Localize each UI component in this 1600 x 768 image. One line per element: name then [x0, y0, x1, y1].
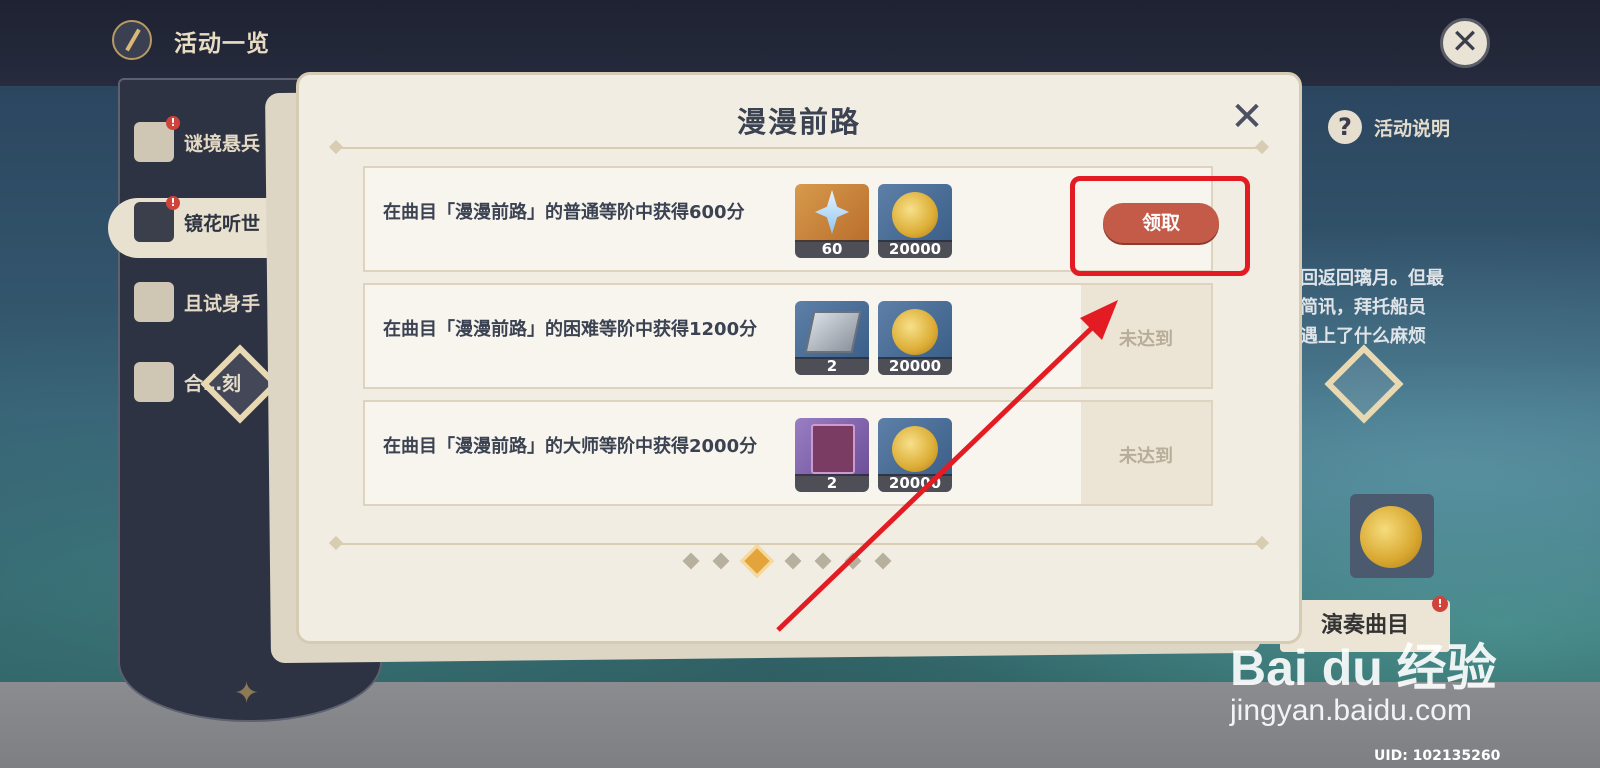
uid-label: UID: 102135260: [1374, 748, 1501, 764]
baidu-watermark-logo: Bai du 经验: [1230, 640, 1497, 696]
baidu-watermark-url: jingyan.baidu.com: [1230, 694, 1472, 727]
